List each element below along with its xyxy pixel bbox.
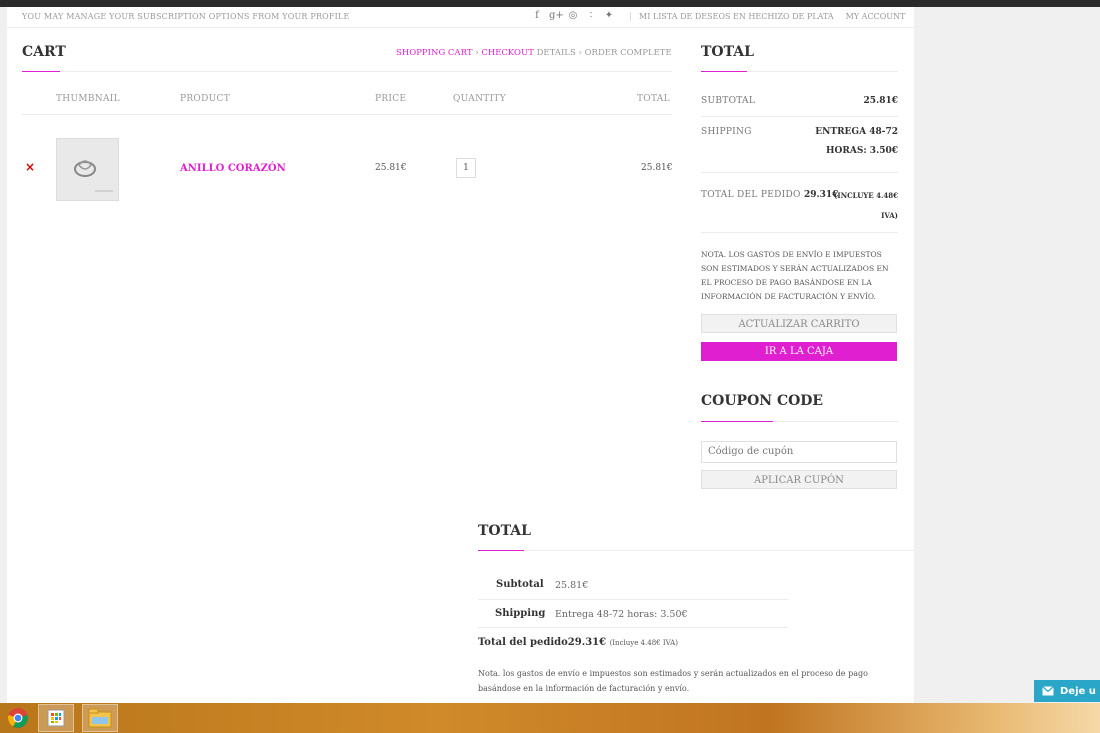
google-plus-icon[interactable]: g+ bbox=[549, 10, 564, 21]
column-header-product: PRODUCT bbox=[180, 94, 231, 104]
column-header-quantity: QUANTITY bbox=[453, 94, 506, 104]
page-left-gutter bbox=[0, 7, 7, 703]
subtotal-divider bbox=[701, 116, 898, 117]
file-explorer-icon bbox=[88, 708, 112, 728]
bottom-shipping-value: Entrega 48-72 horas: 3.50€ bbox=[555, 609, 688, 620]
column-header-price: PRICE bbox=[375, 94, 407, 104]
ring-image-icon bbox=[74, 160, 113, 192]
bottom-subtotal-label: Subtotal bbox=[496, 579, 544, 590]
product-row-total: 25.81€ bbox=[641, 163, 673, 173]
taskbar-chrome-button[interactable] bbox=[0, 704, 36, 732]
bottom-subtotal-value: 25.81€ bbox=[555, 580, 589, 591]
checkout-breadcrumb: SHOPPING CART › CHECKOUT DETAILS › ORDER… bbox=[396, 48, 672, 58]
update-cart-button[interactable]: ACTUALIZAR CARRITO bbox=[701, 314, 897, 333]
bottom-shipping-note: Nota. los gastos de envío e impuestos so… bbox=[478, 669, 868, 693]
cart-title-underline bbox=[22, 71, 60, 72]
breadcrumb-order-complete: ORDER COMPLETE bbox=[584, 48, 672, 58]
store-grid-icon bbox=[47, 709, 65, 727]
shipping-value-line1: ENTREGA 48-72 bbox=[815, 127, 898, 137]
sidebar-title-underline bbox=[701, 71, 747, 72]
product-price: 25.81€ bbox=[375, 163, 407, 173]
my-account-link[interactable]: MY ACCOUNT bbox=[846, 12, 906, 21]
page-right-background bbox=[914, 7, 1100, 703]
product-name-link[interactable]: ANILLO CORAZÓN bbox=[180, 163, 286, 174]
order-total-tax-line1: (INCLUYE 4.48€ bbox=[834, 191, 898, 200]
apply-coupon-button[interactable]: APLICAR CUPÓN bbox=[701, 470, 897, 489]
bottom-subtotal-divider bbox=[478, 599, 788, 600]
order-total-divider bbox=[701, 232, 898, 233]
top-links: MI LISTA DE DESEOS EN HECHIZO DE PLATA M… bbox=[630, 12, 905, 21]
quantity-input[interactable]: 1 bbox=[456, 158, 476, 178]
breadcrumb-separator: › bbox=[472, 48, 482, 58]
wishlist-link[interactable]: MI LISTA DE DESEOS EN HECHIZO DE PLATA bbox=[639, 12, 834, 21]
remove-item-icon[interactable]: × bbox=[25, 160, 35, 174]
social-links: f g+ ◎ ∶ ✦ bbox=[531, 10, 615, 21]
sidebar-total-title: TOTAL bbox=[701, 44, 754, 60]
windows-taskbar bbox=[0, 703, 1100, 733]
taskbar-store-button[interactable] bbox=[38, 704, 74, 732]
taskbar-explorer-button[interactable] bbox=[82, 704, 118, 732]
breadcrumb-shopping-cart[interactable]: SHOPPING CART bbox=[396, 48, 473, 58]
breadcrumb-details: DETAILS bbox=[533, 48, 576, 58]
table-header-divider bbox=[22, 114, 672, 115]
shipping-note: NOTA. LOS GASTOS DE ENVÍO E IMPUESTOS SO… bbox=[701, 250, 889, 301]
header-divider bbox=[7, 27, 914, 28]
bottom-shipping-divider bbox=[478, 627, 788, 628]
bottom-order-total-label: Total del pedido bbox=[478, 637, 568, 648]
subtotal-value: 25.81€ bbox=[863, 96, 898, 106]
envelope-icon bbox=[1042, 686, 1054, 696]
shipping-divider bbox=[701, 172, 898, 173]
coupon-title-underline bbox=[701, 421, 773, 422]
pinterest-icon[interactable]: ◎ bbox=[567, 10, 579, 21]
order-total-label: TOTAL DEL PEDIDO bbox=[701, 190, 801, 200]
breadcrumb-checkout[interactable]: CHECKOUT bbox=[481, 48, 534, 58]
bottom-order-total-tax: (Incluye 4.48€ IVA) bbox=[609, 639, 678, 647]
bottom-shipping-label: Shipping bbox=[495, 608, 546, 619]
subscription-notice: YOU MAY MANAGE YOUR SUBSCRIPTION OPTIONS… bbox=[22, 12, 350, 21]
checkout-button[interactable]: IR A LA CAJA bbox=[701, 342, 897, 361]
chrome-icon bbox=[8, 708, 28, 728]
order-total-tax-line2: IVA) bbox=[881, 211, 898, 220]
chat-widget-label: Deje u bbox=[1060, 685, 1096, 697]
chat-widget-button[interactable]: Deje u bbox=[1034, 680, 1100, 702]
shipping-label: SHIPPING bbox=[701, 127, 752, 137]
bottom-total-title: TOTAL bbox=[478, 523, 531, 539]
product-thumbnail[interactable] bbox=[56, 138, 119, 201]
twitter-icon[interactable]: ✦ bbox=[603, 10, 615, 21]
browser-top-bar bbox=[0, 0, 1100, 7]
rss-icon[interactable]: ∶ bbox=[585, 10, 597, 21]
cart-title: CART bbox=[22, 44, 66, 60]
facebook-icon[interactable]: f bbox=[531, 10, 543, 21]
column-header-total: TOTAL bbox=[637, 94, 670, 104]
subtotal-label: SUBTOTAL bbox=[701, 96, 756, 106]
bottom-total-underline bbox=[478, 550, 524, 551]
coupon-code-input[interactable]: Código de cupón bbox=[701, 441, 897, 463]
coupon-title: COUPON CODE bbox=[701, 393, 824, 409]
column-header-thumbnail: THUMBNAIL bbox=[56, 94, 120, 104]
bottom-order-total: Total del pedido29.31€ (Incluye 4.48€ IV… bbox=[478, 637, 678, 648]
shipping-value-line2: HORAS: 3.50€ bbox=[826, 146, 898, 156]
breadcrumb-separator: › bbox=[575, 48, 585, 58]
cart-title-divider bbox=[22, 71, 672, 72]
bottom-order-total-value: 29.31€ bbox=[567, 637, 607, 648]
bottom-total-divider bbox=[478, 550, 914, 551]
